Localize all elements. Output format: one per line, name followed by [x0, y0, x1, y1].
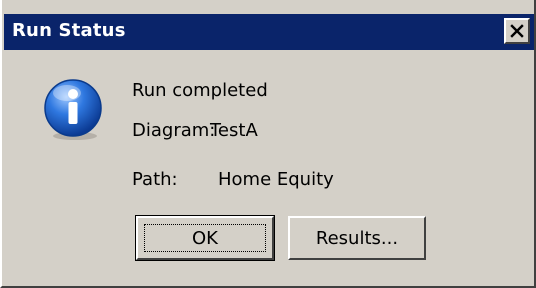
diagram-value: TestA [210, 120, 258, 141]
results-button[interactable]: Results... [288, 216, 426, 260]
results-button-label: Results... [315, 227, 399, 249]
title-bar[interactable]: Run Status [4, 14, 534, 50]
path-label: Path: [132, 169, 178, 190]
ok-button[interactable]: OK [135, 215, 275, 261]
path-value: Home Equity [218, 169, 334, 190]
run-status-dialog: Run Status Run completed Diagram: TestA … [0, 0, 536, 288]
close-button[interactable] [504, 18, 530, 44]
close-icon [510, 24, 524, 38]
window-title: Run Status [12, 20, 126, 41]
status-message: Run completed [132, 80, 268, 101]
info-icon [44, 79, 102, 140]
ok-button-label: OK [192, 227, 218, 249]
diagram-label: Diagram: [132, 120, 216, 141]
